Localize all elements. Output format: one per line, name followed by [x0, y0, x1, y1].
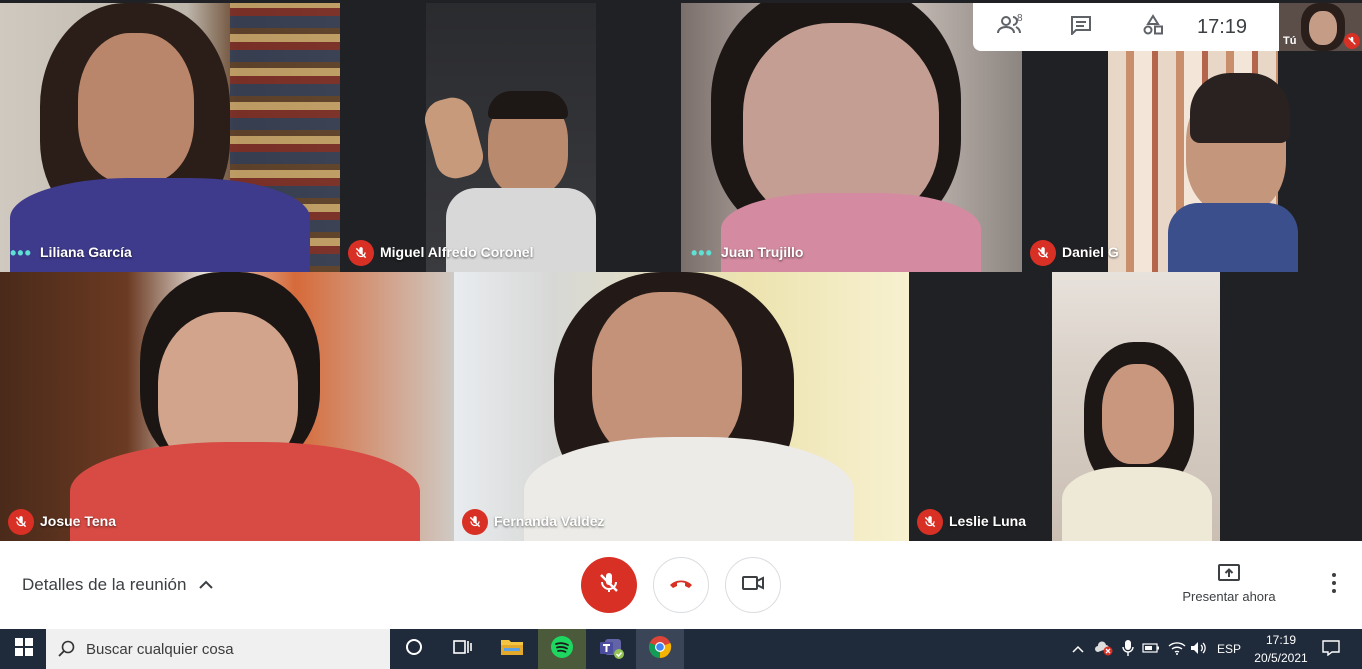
volume-tray-button[interactable]	[1188, 629, 1210, 669]
teams-icon	[599, 635, 625, 664]
wifi-icon	[1168, 641, 1186, 658]
toggle-camera-button[interactable]	[725, 557, 781, 613]
start-button[interactable]	[0, 629, 48, 669]
speaking-indicator-icon: •••	[691, 243, 713, 263]
wifi-tray-button[interactable]	[1166, 629, 1188, 669]
activities-button[interactable]	[1117, 3, 1189, 51]
participant-name: Fernanda Valdez	[494, 513, 605, 529]
cloud-error-icon	[1094, 640, 1114, 659]
notification-icon	[1322, 639, 1340, 659]
meeting-info-bar: 8 17:19	[973, 3, 1279, 51]
more-vert-icon	[1332, 573, 1336, 593]
self-view[interactable]: Tú	[1279, 3, 1362, 51]
participant-name: Leslie Luna	[949, 513, 1027, 529]
windows-logo-icon	[15, 637, 33, 661]
video-grid: ••• Liliana García Miguel Alfredo Corone…	[0, 0, 1362, 541]
participant-name: Daniel G	[1062, 244, 1119, 260]
video-feed	[681, 3, 1022, 272]
participant-tile[interactable]: Miguel Alfredo Coronel	[340, 3, 681, 272]
input-language-button[interactable]: ESP	[1212, 629, 1246, 669]
chat-button[interactable]	[1045, 3, 1117, 51]
notifications-button[interactable]	[1316, 629, 1346, 669]
spotify-icon	[550, 635, 574, 664]
video-feed	[1052, 272, 1220, 541]
mic-off-icon	[348, 240, 374, 266]
participant-tile[interactable]: Josue Tena	[0, 272, 454, 541]
taskbar-time: 17:19	[1265, 633, 1297, 647]
cortana-button[interactable]	[390, 629, 438, 669]
battery-icon	[1142, 642, 1160, 656]
mic-off-icon	[597, 571, 621, 600]
mic-off-icon	[8, 509, 34, 535]
taskbar-date: 20/5/2021	[1254, 651, 1308, 665]
taskbar-search-placeholder: Buscar cualquier cosa	[86, 640, 234, 658]
chrome-icon	[648, 635, 672, 664]
participant-name: Josue Tena	[40, 513, 116, 529]
chevron-up-icon	[1072, 642, 1084, 656]
folder-icon	[500, 637, 524, 662]
participant-name: Juan Trujillo	[721, 244, 804, 260]
present-now-label: Presentar ahora	[1182, 589, 1276, 604]
speaker-icon	[1190, 641, 1208, 658]
activities-icon	[1142, 13, 1164, 41]
video-feed	[0, 3, 340, 272]
chevron-up-icon	[198, 575, 214, 595]
task-view-icon	[452, 638, 472, 661]
people-count: 8	[1017, 13, 1023, 24]
participant-tile[interactable]: Leslie Luna	[909, 272, 1362, 541]
mic-off-icon	[1030, 240, 1056, 266]
participant-tile[interactable]: ••• Liliana García	[0, 3, 340, 272]
battery-tray-button[interactable]	[1140, 629, 1162, 669]
meeting-details-toggle[interactable]: Detalles de la reunión	[22, 575, 214, 595]
self-mic-off-icon	[1344, 33, 1360, 49]
people-button[interactable]: 8	[973, 3, 1045, 51]
participant-name: Miguel Alfredo Coronel	[380, 244, 534, 260]
chat-icon	[1070, 15, 1092, 40]
teams-button[interactable]	[588, 629, 636, 669]
self-label: Tú	[1283, 35, 1297, 47]
taskbar-search-box[interactable]: Buscar cualquier cosa	[46, 629, 390, 669]
more-options-button[interactable]	[1324, 573, 1344, 597]
show-hidden-icons-button[interactable]	[1068, 629, 1088, 669]
tray-app-button[interactable]	[1092, 629, 1116, 669]
mic-off-icon	[462, 509, 488, 535]
task-view-button[interactable]	[438, 629, 486, 669]
windows-taskbar: Buscar cualquier cosa ESP 17:19 20/5/202…	[0, 629, 1362, 669]
meeting-clock: 17:19	[1197, 15, 1248, 38]
microphone-icon	[1122, 639, 1134, 660]
speaking-indicator-icon: •••	[10, 243, 32, 263]
participant-tile[interactable]: Fernanda Valdez	[454, 272, 909, 541]
call-controls-bar: Detalles de la reunión Presentar ahora	[0, 541, 1362, 629]
participant-tile[interactable]: ••• Juan Trujillo	[681, 3, 1022, 272]
present-screen-icon	[1180, 563, 1278, 589]
microphone-tray-button[interactable]	[1118, 629, 1138, 669]
spotify-button[interactable]	[538, 629, 586, 669]
toggle-mic-button[interactable]	[581, 557, 637, 613]
file-explorer-button[interactable]	[488, 629, 536, 669]
present-now-button[interactable]: Presentar ahora	[1180, 563, 1278, 604]
search-icon	[58, 640, 76, 662]
hangup-button[interactable]	[653, 557, 709, 613]
video-feed	[0, 272, 454, 541]
camera-icon	[741, 574, 765, 597]
meeting-details-label: Detalles de la reunión	[22, 575, 187, 594]
clock-tray-button[interactable]: 17:19 20/5/2021	[1248, 629, 1314, 669]
mic-off-icon	[917, 509, 943, 535]
chrome-button[interactable]	[636, 629, 684, 669]
video-feed	[420, 3, 596, 272]
cortana-circle-icon	[405, 638, 423, 661]
input-language-label: ESP	[1216, 642, 1241, 656]
hangup-icon	[668, 576, 694, 595]
participant-name: Liliana García	[40, 244, 132, 260]
video-feed	[454, 272, 909, 541]
